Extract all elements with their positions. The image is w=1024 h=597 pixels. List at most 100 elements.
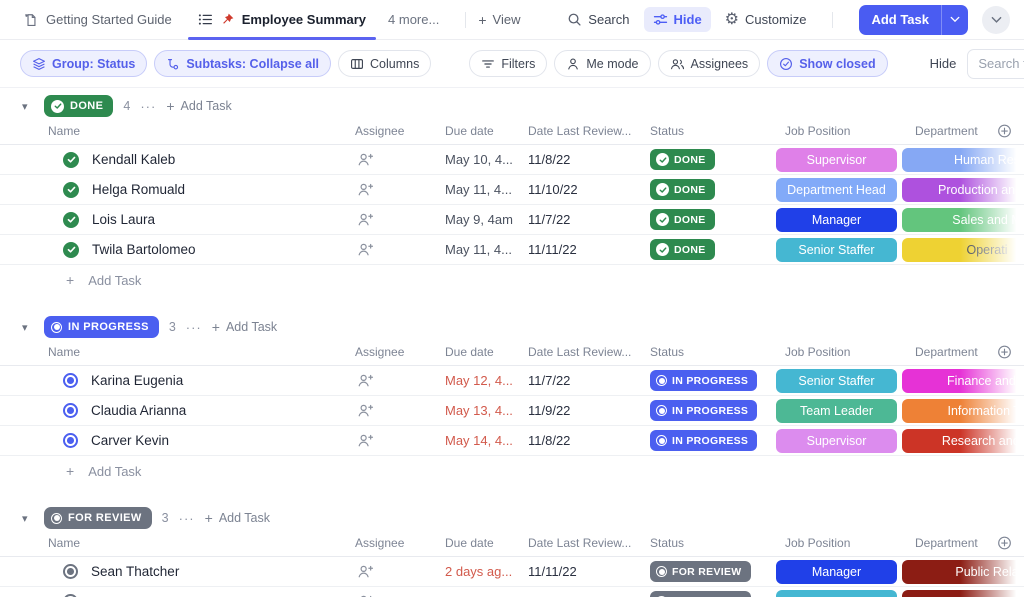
group-by-pill[interactable]: Group: Status bbox=[20, 50, 147, 77]
column-header-due-date[interactable]: Due date bbox=[445, 536, 528, 550]
add-task-row[interactable]: + Add Task bbox=[0, 456, 1024, 486]
group-menu-button[interactable]: ··· bbox=[186, 320, 202, 335]
assignee-cell[interactable] bbox=[355, 242, 445, 257]
add-task-button[interactable]: Add Task bbox=[859, 5, 968, 35]
due-date[interactable]: 2 days ag... bbox=[445, 564, 528, 579]
date-last-review[interactable]: 11/8/22 bbox=[528, 152, 650, 167]
table-row[interactable]: Claudia Arianna May 13, 4... 11/9/22 IN … bbox=[0, 396, 1024, 426]
task-name-cell[interactable]: Twila Bartolomeo bbox=[0, 242, 355, 258]
table-row[interactable]: Kendall Kaleb May 10, 4... 11/8/22 DONE … bbox=[0, 145, 1024, 175]
tab-getting-started-guide[interactable]: Getting Started Guide bbox=[20, 0, 176, 39]
task-name-cell[interactable]: Lois Laura bbox=[0, 212, 355, 228]
collapse-caret-icon[interactable]: ▾ bbox=[22, 512, 34, 525]
date-last-review[interactable]: 11/11/22 bbox=[528, 564, 650, 579]
column-header-department[interactable]: Department bbox=[902, 345, 1024, 359]
add-column-icon[interactable] bbox=[997, 345, 1012, 360]
filters-pill[interactable]: Filters bbox=[469, 50, 547, 77]
status-cell[interactable]: DONE bbox=[650, 209, 776, 230]
chevron-down-icon[interactable] bbox=[942, 5, 968, 35]
job-position-cell[interactable]: Senior Staffer bbox=[776, 369, 902, 393]
status-cell[interactable]: FOR REVIEW bbox=[650, 561, 776, 582]
column-header-department[interactable]: Department bbox=[902, 536, 1024, 550]
task-name-cell[interactable]: Sean Thatcher bbox=[0, 564, 355, 579]
column-header-due-date[interactable]: Due date bbox=[445, 345, 528, 359]
table-row[interactable]: Twila Bartolomeo May 11, 4... 11/11/22 D… bbox=[0, 235, 1024, 265]
assignee-cell[interactable] bbox=[355, 433, 445, 448]
column-header-assignee[interactable]: Assignee bbox=[355, 124, 445, 138]
assignees-pill[interactable]: Assignees bbox=[658, 50, 761, 77]
me-mode-pill[interactable]: Me mode bbox=[554, 50, 650, 77]
task-name-cell[interactable]: Kendall Kaleb bbox=[0, 152, 355, 168]
job-position-cell[interactable]: Manager bbox=[776, 208, 902, 232]
column-header-date-last-review[interactable]: Date Last Review... bbox=[528, 345, 650, 359]
due-date[interactable]: May 13, 4... bbox=[445, 403, 528, 418]
add-column-icon[interactable] bbox=[997, 124, 1012, 139]
table-row[interactable]: Sean Thatcher 2 days ag... 11/11/22 FOR … bbox=[0, 557, 1024, 587]
more-views[interactable]: 4 more... bbox=[388, 12, 439, 27]
date-last-review[interactable]: 11/10/22 bbox=[528, 182, 650, 197]
column-header-job-position[interactable]: Job Position bbox=[776, 345, 902, 359]
table-row[interactable]: Helga Romuald May 11, 4... 11/10/22 DONE… bbox=[0, 175, 1024, 205]
status-cell[interactable]: IN PROGRESS bbox=[650, 400, 776, 421]
job-position-cell[interactable] bbox=[776, 590, 902, 597]
due-date[interactable]: May 14, 4... bbox=[445, 433, 528, 448]
customize-button[interactable]: ⚙ Customize bbox=[725, 12, 807, 28]
due-date[interactable]: May 11, 4... bbox=[445, 182, 528, 197]
date-last-review[interactable]: 11/9/22 bbox=[528, 403, 650, 418]
add-view-button[interactable]: + View bbox=[478, 12, 520, 28]
status-cell[interactable]: DONE bbox=[650, 239, 776, 260]
search-button[interactable]: Search bbox=[567, 12, 629, 27]
status-group-badge[interactable]: FOR REVIEW bbox=[44, 507, 152, 529]
column-header-assignee[interactable]: Assignee bbox=[355, 345, 445, 359]
add-task-row[interactable]: + Add Task bbox=[0, 265, 1024, 295]
department-cell[interactable]: Finance and A bbox=[902, 369, 1024, 393]
table-row[interactable]: Lois Laura May 9, 4am 11/7/22 DONE Manag… bbox=[0, 205, 1024, 235]
due-date[interactable]: May 9, 4am bbox=[445, 212, 528, 227]
column-header-status[interactable]: Status bbox=[650, 124, 776, 138]
table-row[interactable]: Carver Kevin May 14, 4... 11/8/22 IN PRO… bbox=[0, 426, 1024, 456]
department-cell[interactable]: Sales and M bbox=[902, 208, 1024, 232]
column-header-department[interactable]: Department bbox=[902, 124, 1024, 138]
job-position-cell[interactable]: Supervisor bbox=[776, 429, 902, 453]
status-cell[interactable]: IN PROGRESS bbox=[650, 430, 776, 451]
due-date[interactable]: May 10, 4... bbox=[445, 152, 528, 167]
subtasks-pill[interactable]: Subtasks: Collapse all bbox=[154, 50, 331, 77]
assignee-cell[interactable] bbox=[355, 152, 445, 167]
status-cell[interactable]: IN PROGRESS bbox=[650, 370, 776, 391]
task-name-cell[interactable]: Claudia Arianna bbox=[0, 403, 355, 418]
due-date[interactable]: May 12, 4... bbox=[445, 373, 528, 388]
assignee-cell[interactable] bbox=[355, 212, 445, 227]
status-group-badge[interactable]: DONE bbox=[44, 95, 113, 117]
group-add-task-button[interactable]: + Add Task bbox=[205, 510, 270, 526]
date-last-review[interactable]: 11/11/22 bbox=[528, 242, 650, 257]
task-name-cell[interactable]: Helga Romuald bbox=[0, 182, 355, 198]
task-name-cell[interactable]: Karina Eugenia bbox=[0, 373, 355, 388]
column-header-date-last-review[interactable]: Date Last Review... bbox=[528, 536, 650, 550]
job-position-cell[interactable]: Team Leader bbox=[776, 399, 902, 423]
column-header-job-position[interactable]: Job Position bbox=[776, 124, 902, 138]
status-cell[interactable]: FOR REVIEW bbox=[650, 591, 776, 597]
department-cell[interactable]: Operati bbox=[902, 238, 1024, 262]
column-header-status[interactable]: Status bbox=[650, 536, 776, 550]
table-row[interactable]: FOR REVIEW bbox=[0, 587, 1024, 597]
department-cell[interactable] bbox=[902, 590, 1024, 597]
assignee-cell[interactable] bbox=[355, 182, 445, 197]
column-header-due-date[interactable]: Due date bbox=[445, 124, 528, 138]
column-header-date-last-review[interactable]: Date Last Review... bbox=[528, 124, 650, 138]
job-position-cell[interactable]: Senior Staffer bbox=[776, 238, 902, 262]
column-header-assignee[interactable]: Assignee bbox=[355, 536, 445, 550]
hide-button[interactable]: Hide bbox=[644, 7, 711, 32]
column-header-name[interactable]: Name bbox=[0, 124, 355, 138]
job-position-cell[interactable]: Supervisor bbox=[776, 148, 902, 172]
department-cell[interactable]: Production and M bbox=[902, 178, 1024, 202]
job-position-cell[interactable]: Manager bbox=[776, 560, 902, 584]
due-date[interactable]: May 11, 4... bbox=[445, 242, 528, 257]
toolbar-hide-button[interactable]: Hide bbox=[926, 56, 961, 71]
department-cell[interactable]: Information Te bbox=[902, 399, 1024, 423]
tab-employee-summary[interactable]: Employee Summary bbox=[194, 0, 370, 39]
show-closed-pill[interactable]: Show closed bbox=[767, 50, 887, 77]
column-header-name[interactable]: Name bbox=[0, 536, 355, 550]
add-column-icon[interactable] bbox=[997, 536, 1012, 551]
date-last-review[interactable]: 11/7/22 bbox=[528, 373, 650, 388]
status-cell[interactable]: DONE bbox=[650, 179, 776, 200]
